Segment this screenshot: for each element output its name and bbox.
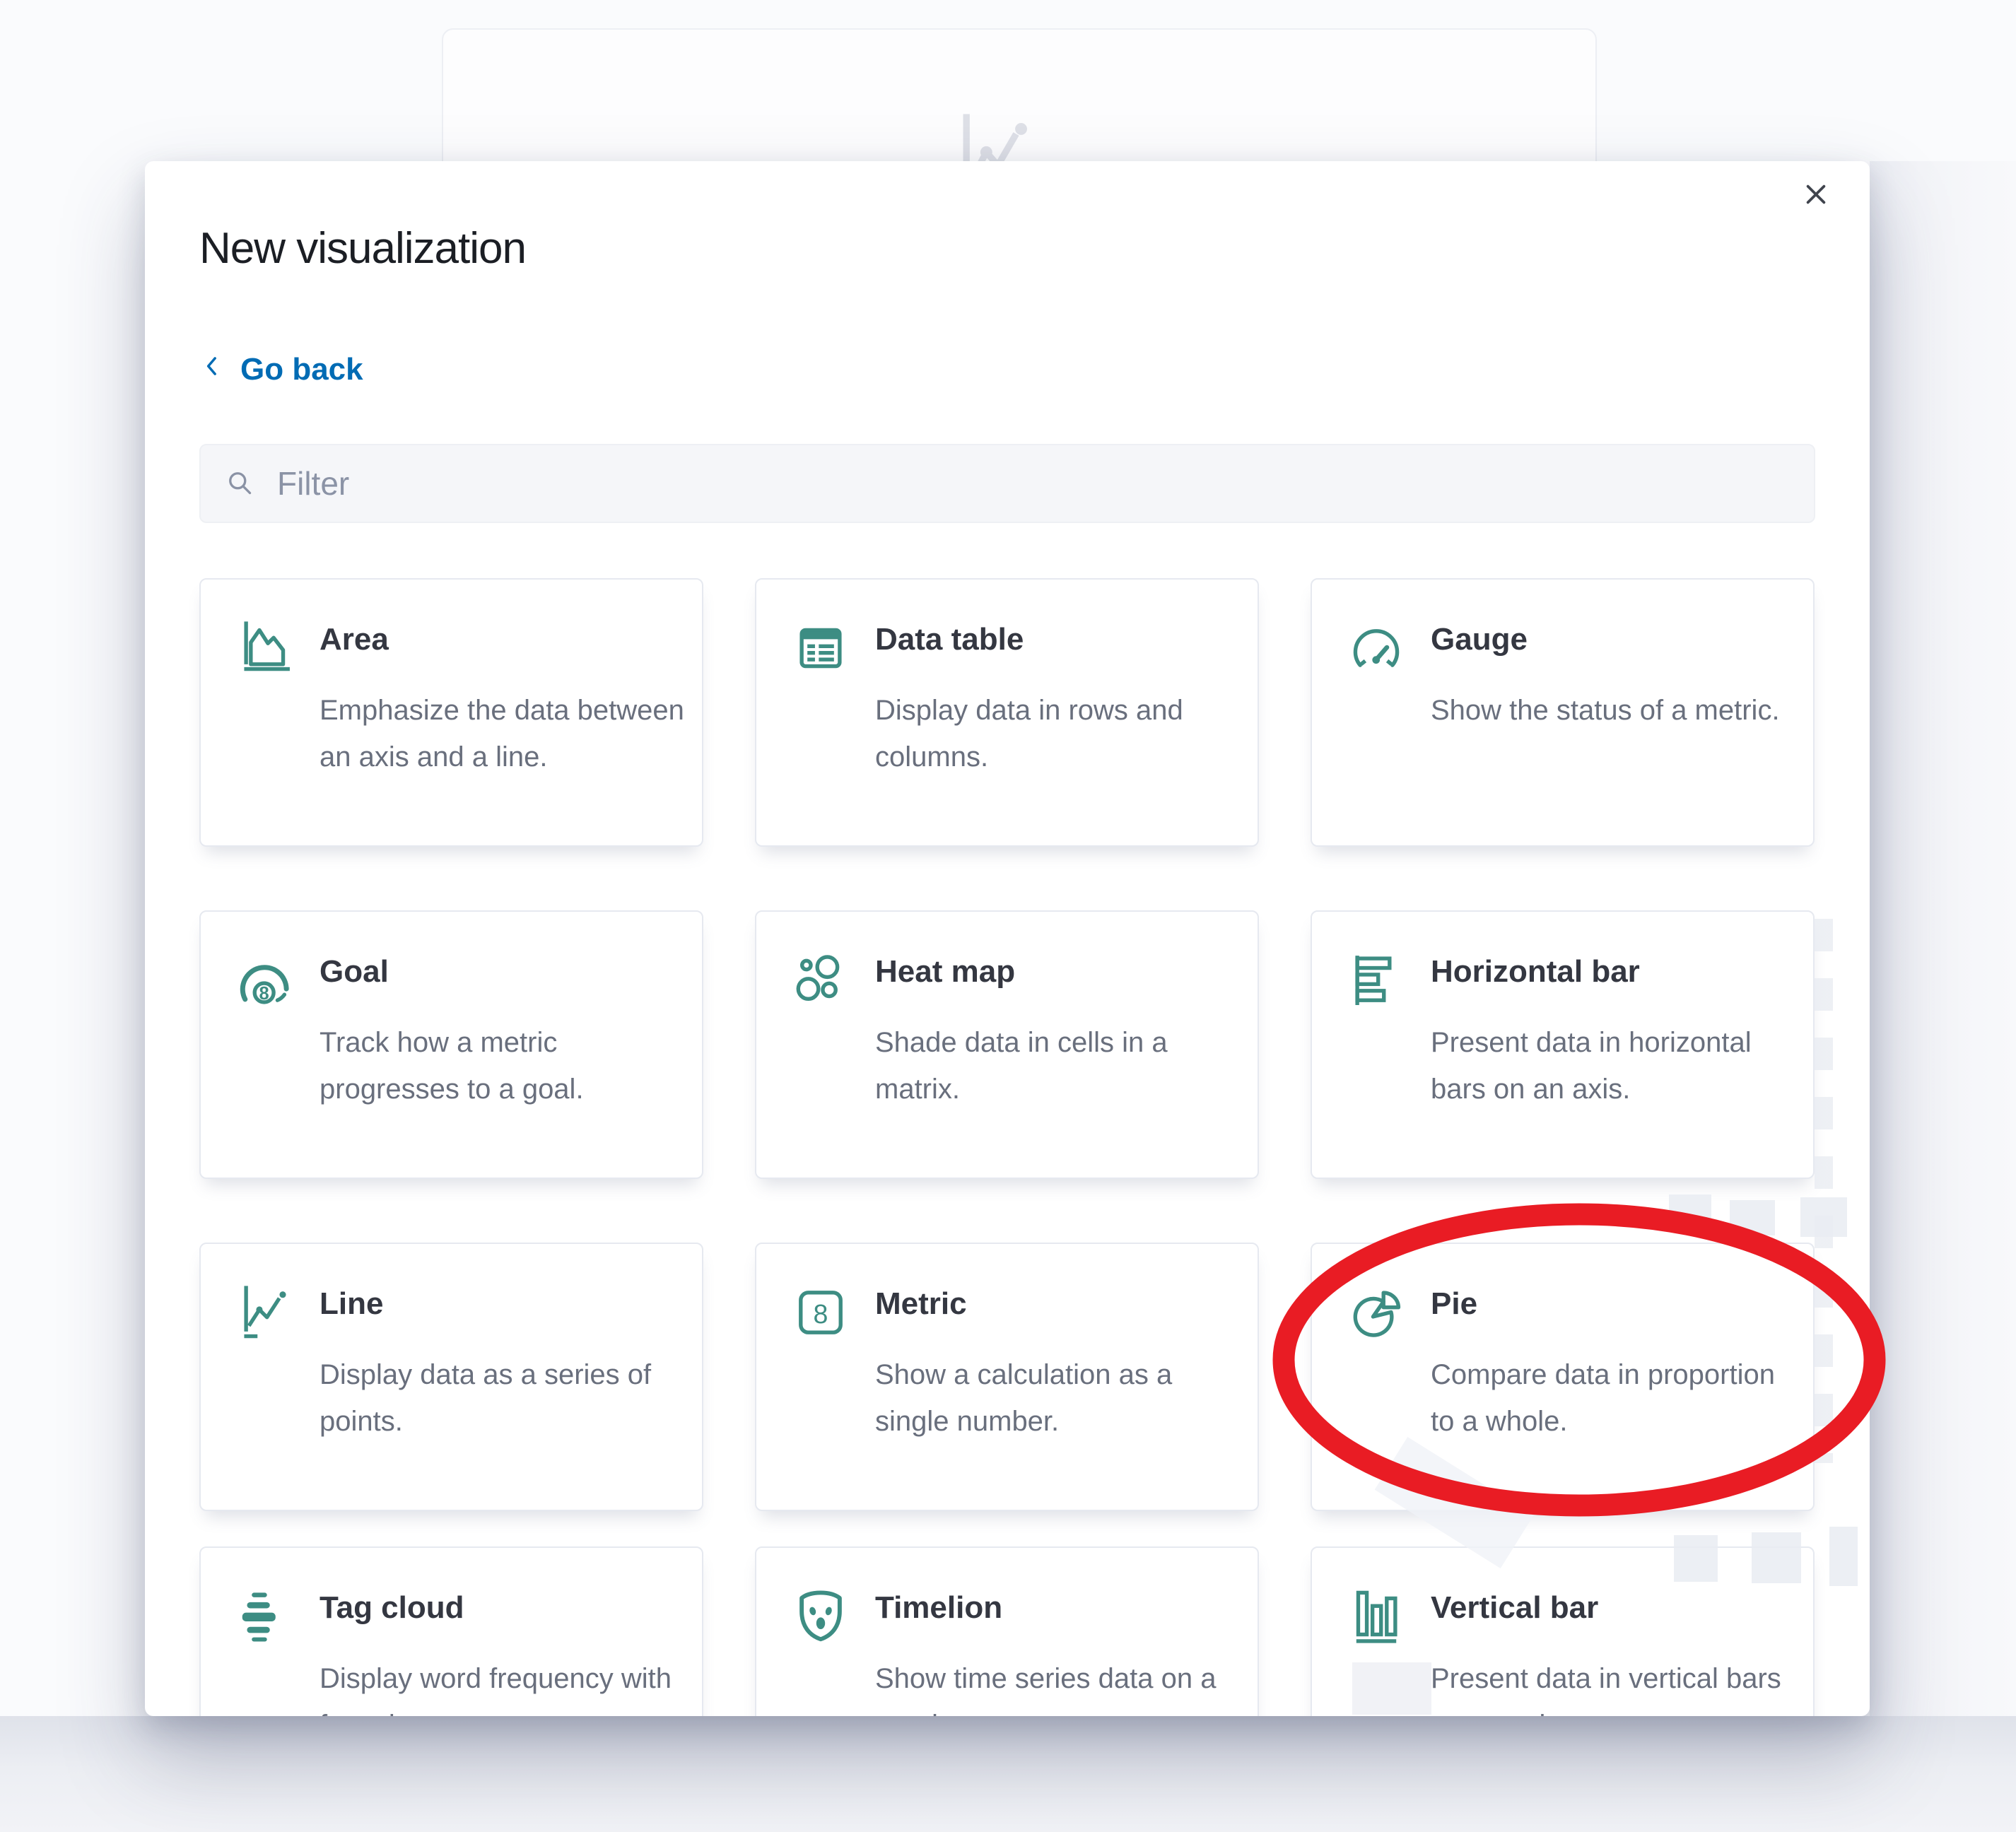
line-chart-icon <box>235 1282 295 1510</box>
card-description: Present data in vertical bars on an axis… <box>1431 1655 1796 1716</box>
page-title: New visualization <box>199 223 526 274</box>
faded-block <box>1669 1194 1711 1231</box>
card-title: Horizontal bar <box>1431 954 1796 990</box>
vis-card-area[interactable]: Area Emphasize the data between an axis a… <box>199 578 703 847</box>
card-title: Tag cloud <box>320 1590 685 1626</box>
vis-card-horizontal-bar[interactable]: Horizontal bar Present data in horizontal… <box>1311 910 1815 1179</box>
faded-block <box>1752 1532 1801 1583</box>
vis-card-gauge[interactable]: Gauge Show the status of a metric. <box>1311 578 1815 847</box>
card-description: Display data as a series of points. <box>320 1351 685 1445</box>
card-description: Present data in horizontal bars on an ax… <box>1431 1019 1796 1112</box>
card-description: Display word frequency with font size. <box>320 1655 685 1716</box>
card-title: Data table <box>875 622 1241 657</box>
vis-card-timelion[interactable]: Timelion Show time series data on a graph… <box>755 1546 1259 1716</box>
faded-block <box>1730 1200 1775 1235</box>
card-row: LineDisplay data as a series of points. … <box>199 1243 1815 1511</box>
card-text: Data table Display data in rows and colum… <box>875 618 1241 845</box>
card-description: Show a calculation as a single number. <box>875 1351 1241 1445</box>
card-title: Line <box>320 1286 685 1322</box>
vis-card-data-table[interactable]: Data table Display data in rows and colum… <box>755 578 1259 847</box>
card-title: Vertical bar <box>1431 1590 1796 1626</box>
page-right-gutter <box>1870 161 2016 1716</box>
card-title: Area <box>320 622 685 657</box>
card-description: Track how a metric progresses to a goal. <box>320 1019 685 1112</box>
close-icon <box>1798 204 1834 215</box>
page-bottom-band <box>0 1716 2016 1832</box>
card-text: Timelion Show time series data on a graph… <box>875 1586 1241 1716</box>
page-background: { "modal": { "title": "New visualization… <box>0 0 2016 1832</box>
card-text: Goal Track how a metric progresses to a g… <box>320 950 685 1178</box>
card-row: 8 Goal Track how a metric progresses to a … <box>199 910 1815 1179</box>
svg-text:8: 8 <box>259 984 269 1004</box>
area-chart-icon <box>235 618 295 845</box>
data-table-icon <box>790 618 851 845</box>
card-text: Pie Compare data in proportion to a whole… <box>1431 1282 1796 1510</box>
chevron-left-icon <box>199 352 226 387</box>
goal-icon: 8 <box>235 950 295 1178</box>
vis-card-line[interactable]: Line Display data as a series of points. <box>199 1243 703 1511</box>
timelion-icon <box>790 1586 851 1716</box>
card-title: Gauge <box>1431 622 1780 657</box>
card-title: Goal <box>320 954 685 990</box>
card-title: Timelion <box>875 1590 1241 1626</box>
card-text: Vertical bar Present data in vertical bar… <box>1431 1586 1796 1716</box>
svg-text:8: 8 <box>814 1299 828 1329</box>
faded-block <box>1674 1535 1718 1582</box>
filter-search-box <box>199 444 1815 523</box>
card-description: Display data in rows and columns. <box>875 687 1241 780</box>
vis-card-heat-map[interactable]: Heat map Shade data in cells in a matrix. <box>755 910 1259 1179</box>
card-title: Heat map <box>875 954 1241 990</box>
go-back-label: Go back <box>240 352 363 387</box>
tag-cloud-icon <box>235 1586 295 1716</box>
faded-block <box>1829 1527 1858 1586</box>
card-description: Show time series data on a graph. <box>875 1655 1241 1716</box>
vis-card-metric[interactable]: 8 Metric Show a calculation as a single nu… <box>755 1243 1259 1511</box>
card-row: Area Emphasize the data between an axis a… <box>199 578 1815 847</box>
metric-icon: 8 <box>790 1282 851 1510</box>
card-title: Metric <box>875 1286 1241 1322</box>
card-title: Pie <box>1431 1286 1796 1322</box>
go-back-link[interactable]: Go back <box>199 352 363 387</box>
close-button[interactable] <box>1796 175 1836 215</box>
faded-dashed-strip <box>1815 919 1833 1463</box>
card-text: Horizontal bar Present data in horizontal… <box>1431 950 1796 1178</box>
card-row: Tag cloud Display word frequency with fon… <box>199 1546 1815 1716</box>
vis-card-goal[interactable]: 8 Goal Track how a metric progresses to a … <box>199 910 703 1179</box>
card-description: Show the status of a metric. <box>1431 687 1780 734</box>
card-text: Heat map Shade data in cells in a matrix. <box>875 950 1241 1178</box>
card-text: Tag cloud Display word frequency with fon… <box>320 1586 685 1716</box>
faded-block <box>1352 1662 1431 1715</box>
gauge-icon <box>1346 618 1407 845</box>
card-description: Compare data in proportion to a whole. <box>1431 1351 1796 1445</box>
heat-map-icon <box>790 950 851 1178</box>
faded-block <box>1800 1197 1847 1237</box>
horizontal-bar-icon <box>1346 950 1407 1178</box>
card-description: Emphasize the data between an axis and a… <box>320 687 685 780</box>
filter-input[interactable] <box>276 464 1791 503</box>
search-icon <box>223 466 257 500</box>
card-text: Gauge Show the status of a metric. <box>1431 618 1780 845</box>
card-text: Line Display data as a series of points. <box>320 1282 685 1510</box>
card-text: Area Emphasize the data between an axis a… <box>320 618 685 845</box>
card-text: Metric Show a calculation as a single num… <box>875 1282 1241 1510</box>
new-visualization-modal: New visualization Go back Area Emphasize … <box>145 161 1870 1716</box>
vis-card-tag-cloud[interactable]: Tag cloud Display word frequency with fon… <box>199 1546 703 1716</box>
card-description: Shade data in cells in a matrix. <box>875 1019 1241 1112</box>
